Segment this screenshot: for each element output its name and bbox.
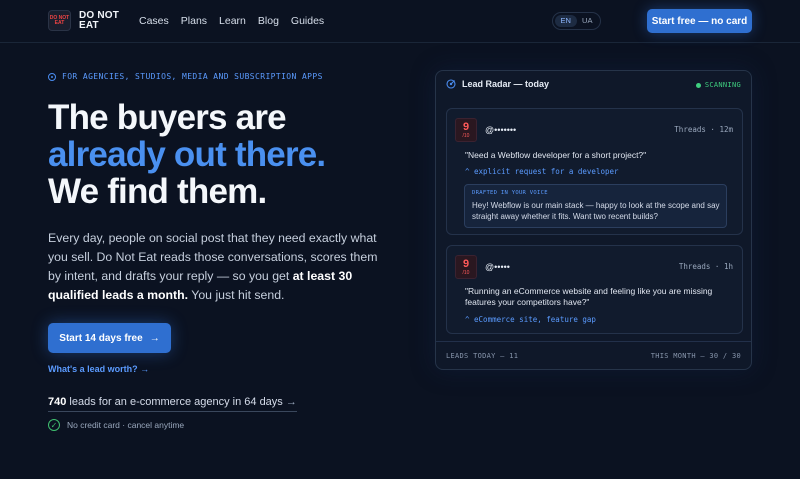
eyebrow-text: FOR AGENCIES, STUDIOS, MEDIA AND SUBSCRI… <box>62 72 323 81</box>
check-circle-icon: ✓ <box>48 419 60 431</box>
lead-radar-card: Lead Radar — today SCANNING 9 /10 @•••••… <box>435 70 752 370</box>
post-intent: ^ eCommerce site, feature gap <box>465 315 596 324</box>
hero-description: Every day, people on social post that th… <box>48 229 393 305</box>
start-trial-label: Start 14 days free <box>59 332 143 344</box>
score-denominator: /10 <box>462 133 470 139</box>
nav-link-guides[interactable]: Guides <box>291 15 324 27</box>
language-switcher: EN UA <box>552 12 601 30</box>
lead-worth-link[interactable]: What's a lead worth? → <box>48 364 149 374</box>
intent-score: 9 /10 <box>455 255 477 279</box>
post-intent: ^ explicit request for a developer <box>465 167 619 176</box>
logo-mark-icon: DO NOT EAT <box>48 10 71 31</box>
proof-number: 740 <box>48 396 67 408</box>
post-quote: "Need a Webflow developer for a short pr… <box>465 150 647 160</box>
post-handle: @••••• <box>485 262 510 272</box>
lead-post-1[interactable]: 9 /10 @••••••• Threads · 12m "Need a Web… <box>446 108 743 235</box>
this-month: THIS MONTH — 30 / 30 <box>650 352 741 360</box>
no-card-note: ✓ No credit card · cancel anytime <box>48 419 184 431</box>
score-value: 9 <box>462 258 470 270</box>
no-card-text: No credit card · cancel anytime <box>67 420 185 430</box>
lead-post-2[interactable]: 9 /10 @••••• Threads · 1h "Running an eC… <box>446 245 743 334</box>
score-value: 9 <box>462 121 470 133</box>
radar-title: Lead Radar — today <box>446 79 549 89</box>
target-icon <box>48 72 56 81</box>
language-ua[interactable]: UA <box>577 15 599 27</box>
nav-link-cases[interactable]: Cases <box>139 15 169 27</box>
nav-link-plans[interactable]: Plans <box>181 15 207 27</box>
arrow-right-icon: → <box>149 332 160 344</box>
scanning-status: SCANNING <box>695 81 741 89</box>
radar-icon <box>446 79 456 89</box>
lede-part-2: You just hit send. <box>188 288 285 302</box>
case-proof-link[interactable]: 740 leads for an e-commerce agency in 64… <box>48 396 297 412</box>
proof-text: leads for an e-commerce agency in 64 day… <box>66 396 283 408</box>
drafted-reply: DRAFTED IN YOUR VOICE Hey! Webflow is ou… <box>464 184 727 228</box>
nav-link-blog[interactable]: Blog <box>258 15 279 27</box>
headline-line-3: We find them. <box>48 172 267 211</box>
language-en[interactable]: EN <box>555 15 577 27</box>
drafted-label: DRAFTED IN YOUR VOICE <box>472 190 548 196</box>
post-source: Threads · 12m <box>674 125 733 134</box>
nav-start-free-button[interactable]: Start free — no card <box>647 9 752 33</box>
nav-links: Cases Plans Learn Blog Guides <box>139 15 324 27</box>
leads-today: LEADS TODAY — 11 <box>446 352 519 360</box>
drafted-message: Hey! Webflow is our main stack — happy t… <box>472 201 720 221</box>
post-source: Threads · 1h <box>678 262 733 271</box>
radar-title-text: Lead Radar — today <box>462 79 550 89</box>
hero-headline: The buyers are already out there. We fin… <box>48 98 326 211</box>
eyebrow: FOR AGENCIES, STUDIOS, MEDIA AND SUBSCRI… <box>48 72 323 81</box>
top-nav: DO NOT EAT DO NOT EAT Cases Plans Learn B… <box>0 0 800 43</box>
headline-line-2: already out there. <box>48 135 326 174</box>
headline-line-1: The buyers are <box>48 98 287 137</box>
post-handle: @••••••• <box>485 125 517 135</box>
logo[interactable]: DO NOT EAT DO NOT EAT <box>48 10 127 31</box>
intent-score: 9 /10 <box>455 118 477 142</box>
arrow-right-icon: → <box>285 396 297 408</box>
radar-header: Lead Radar — today SCANNING <box>436 71 751 99</box>
status-dot-icon <box>695 82 701 88</box>
start-trial-button[interactable]: Start 14 days free → <box>48 323 171 353</box>
logo-text: DO NOT EAT <box>79 9 120 31</box>
radar-footer: LEADS TODAY — 11 THIS MONTH — 30 / 30 <box>436 341 751 369</box>
post-quote: "Running an eCommerce website and feelin… <box>465 286 713 307</box>
score-denominator: /10 <box>462 270 470 276</box>
nav-link-learn[interactable]: Learn <box>219 15 246 27</box>
scanning-text: SCANNING <box>704 81 741 89</box>
